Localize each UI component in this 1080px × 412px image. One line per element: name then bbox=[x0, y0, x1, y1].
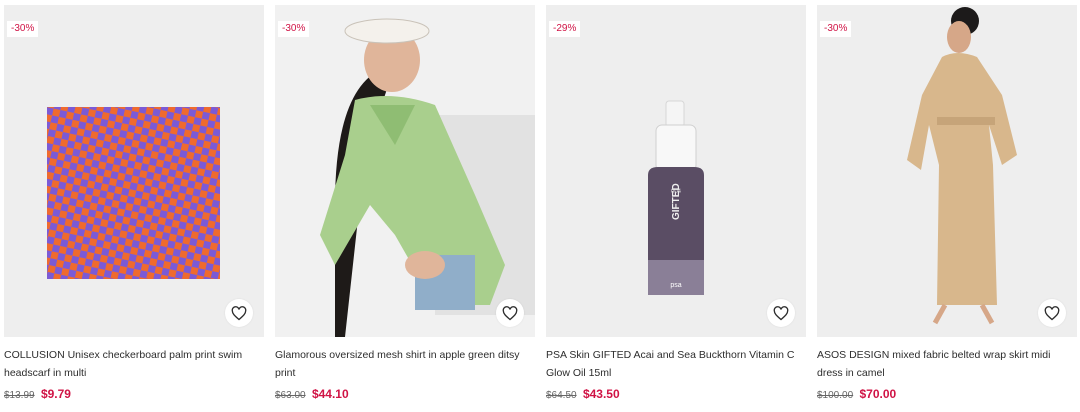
heart-icon bbox=[231, 305, 247, 320]
heart-icon bbox=[773, 305, 789, 320]
bottle-code-text: 004 bbox=[671, 189, 682, 195]
model-photo-dress bbox=[907, 7, 1017, 325]
price-row: $63.00 $44.10 bbox=[275, 386, 535, 404]
heart-icon bbox=[1044, 305, 1060, 320]
product-grid: -30% COLLUSION Unisex checkerboard palm … bbox=[0, 0, 1080, 412]
heart-icon bbox=[502, 305, 518, 320]
product-title[interactable]: Glamorous oversized mesh shirt in apple … bbox=[275, 346, 535, 382]
discount-badge: -29% bbox=[549, 21, 581, 37]
save-favorite-button[interactable] bbox=[225, 299, 253, 327]
product-title[interactable]: COLLUSION Unisex checkerboard palm print… bbox=[4, 346, 264, 382]
discount-badge: -30% bbox=[7, 21, 39, 37]
model-photo-shirt bbox=[320, 18, 535, 337]
sale-price: $70.00 bbox=[859, 387, 897, 401]
bottle-brand-text: psa bbox=[670, 282, 681, 289]
product-image-oil[interactable]: GIFTED 004 psa -29% bbox=[546, 5, 806, 337]
original-price: $100.00 bbox=[817, 390, 854, 401]
sale-price: $9.79 bbox=[40, 387, 71, 401]
product-image-shirt[interactable]: -30% bbox=[275, 5, 535, 337]
product-card[interactable]: -30% ASOS DESIGN mixed fabric belted wra… bbox=[817, 5, 1077, 404]
price-row: $64.50 $43.50 bbox=[546, 386, 806, 404]
original-price: $64.50 bbox=[546, 390, 577, 401]
sale-price: $43.50 bbox=[582, 387, 620, 401]
scarf-illustration bbox=[47, 107, 220, 279]
bottle-illustration: GIFTED 004 psa bbox=[648, 100, 704, 295]
original-price: $63.00 bbox=[275, 390, 306, 401]
product-image-dress[interactable]: -30% bbox=[817, 5, 1077, 337]
discount-badge: -30% bbox=[820, 21, 852, 37]
product-title[interactable]: ASOS DESIGN mixed fabric belted wrap ski… bbox=[817, 346, 1077, 382]
price-row: $100.00 $70.00 bbox=[817, 386, 1077, 404]
product-title[interactable]: PSA Skin GIFTED Acai and Sea Buckthorn V… bbox=[546, 346, 806, 382]
save-favorite-button[interactable] bbox=[767, 299, 795, 327]
product-card[interactable]: GIFTED 004 psa -29% PSA Skin GIFTED Acai… bbox=[546, 5, 806, 404]
original-price: $13.99 bbox=[4, 390, 35, 401]
save-favorite-button[interactable] bbox=[496, 299, 524, 327]
price-row: $13.99 $9.79 bbox=[4, 386, 264, 404]
product-card[interactable]: -30% COLLUSION Unisex checkerboard palm … bbox=[4, 5, 264, 404]
product-image-scarf[interactable]: -30% bbox=[4, 5, 264, 337]
save-favorite-button[interactable] bbox=[1038, 299, 1066, 327]
product-card[interactable]: -30% Glamorous oversized mesh shirt in a… bbox=[275, 5, 535, 404]
discount-badge: -30% bbox=[278, 21, 310, 37]
sale-price: $44.10 bbox=[311, 387, 349, 401]
